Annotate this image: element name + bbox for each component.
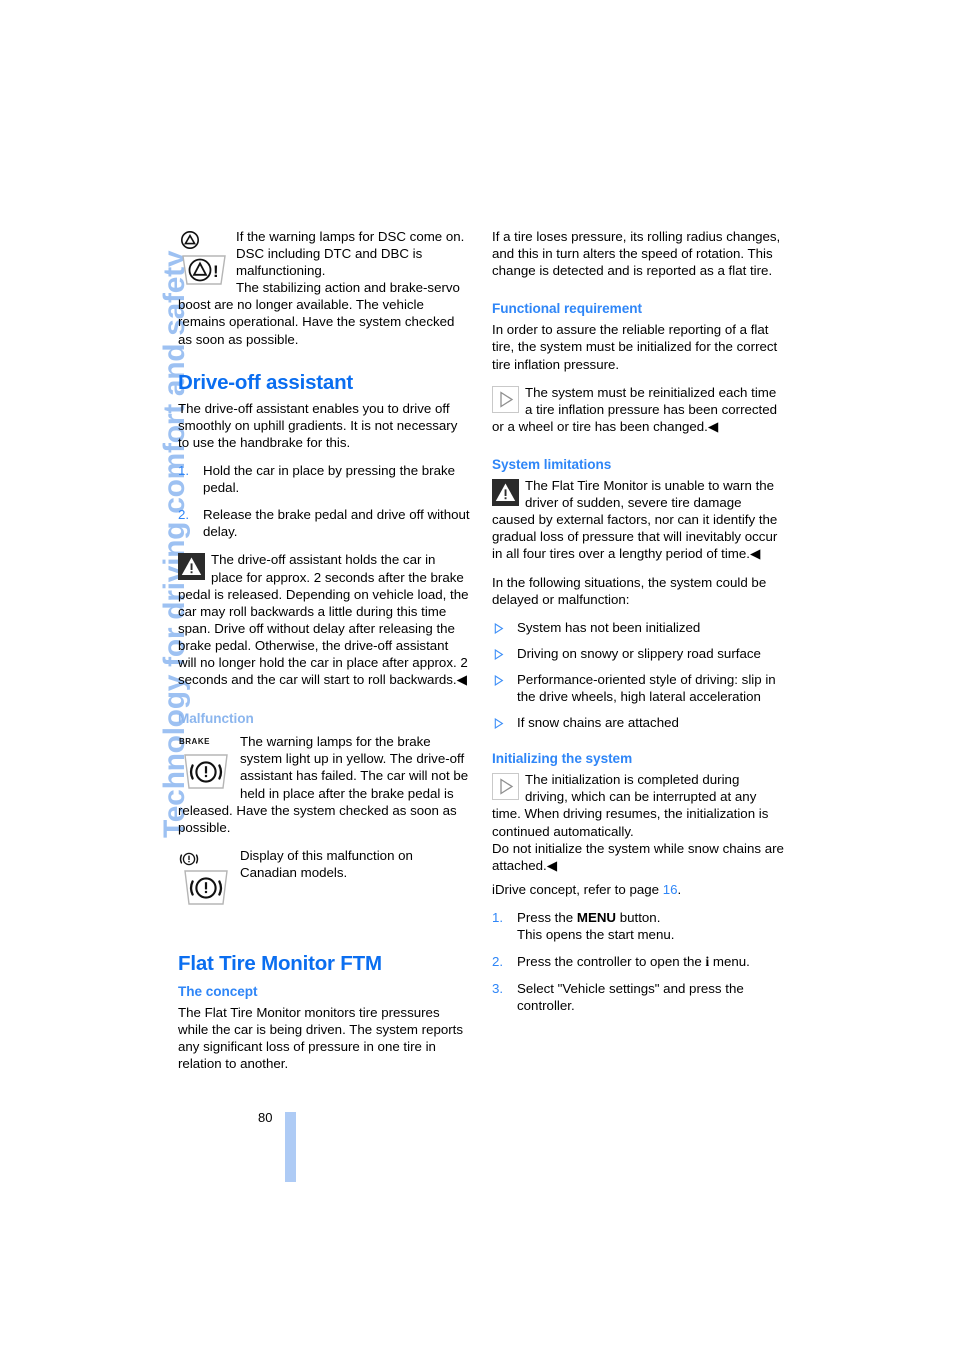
step-text: Release the brake pedal and drive off wi… [203,507,470,540]
step-number: 2. [178,507,190,523]
list-item: 3. Select "Vehicle settings" and press t… [492,980,784,1014]
initializing-note-text: The initialization is completed during d… [492,772,769,839]
situations-list: System has not been initialized Driving … [492,619,784,731]
list-item-text: If snow chains are attached [517,715,679,731]
functional-requirement-note: The system must be reinitialized each ti… [492,384,784,435]
step-number: 1. [178,463,190,479]
left-column: ! If the warning lamps for DSC come on. … [178,228,470,1073]
warning-triangle-icon [492,479,519,507]
list-item: 1. Press the MENU button. This opens the … [492,909,784,943]
idrive-reference-prefix: iDrive concept, refer to page [492,881,663,897]
list-item: 2. Press the controller to open the i me… [492,953,784,970]
step-text-post: menu. [709,954,750,970]
note-pointer-icon [492,773,519,801]
drive-off-warning-note: The drive-off assistant holds the car in… [178,551,470,688]
manual-page: Technology for driving comfort and safet… [0,0,954,1351]
the-concept-heading: The concept [178,984,258,1000]
right-column: If a tire loses pressure, its rolling ra… [492,228,784,1014]
end-mark: ◀ [749,546,761,562]
malfunction-note: BRAKE The warning lamps for the brake sy… [178,733,470,836]
end-mark: ◀ [707,418,719,434]
page-marker-bar [285,1112,296,1182]
list-item-text: System has not been initialized [517,619,701,635]
malfunction-heading: Malfunction [178,711,254,727]
page-number: 80 [258,1110,273,1125]
step-text-post: button. [616,909,661,925]
ftm-intro-text: If a tire loses pressure, its rolling ra… [492,229,781,279]
dsc-warning-note-continued: The stabilizing action and brake-servo b… [178,280,460,347]
step-text-pre: Press the controller to open the [517,954,706,970]
list-item-text: Performance-oriented style of driving: s… [517,671,776,704]
menu-button-label: MENU [576,909,617,925]
note-pointer-icon [492,385,519,413]
system-limitations-heading: System limitations [492,456,612,472]
svg-text:!: ! [213,262,219,281]
end-mark: ◀ [546,857,557,873]
drive-off-assistant-heading: Drive-off assistant [178,370,354,394]
warning-triangle-icon [178,553,205,581]
flat-tire-monitor-heading: Flat Tire Monitor FTM [178,952,382,975]
idrive-reference: iDrive concept, refer to page 16. [492,881,784,898]
initializing-note-snow-chains: Do not initialize the system while snow … [492,840,784,873]
dsc-warning-lamp-icon: ! [178,230,230,286]
system-limitations-warning-body: The Flat Tire Monitor is unable to warn … [492,478,777,561]
step-number: 1. [492,909,504,925]
initializing-the-system-heading: Initializing the system [492,751,633,767]
list-item: 1. Hold the car in place by pressing the… [178,462,470,496]
svg-text:BRAKE: BRAKE [179,737,210,746]
brake-warning-lamp-icon: BRAKE [178,735,234,793]
canadian-malfunction-note: Display of this malfunction on Canadian … [178,847,470,905]
list-item: 2. Release the brake pedal and drive off… [178,506,470,540]
step-number: 2. [492,954,504,970]
list-item: Performance-oriented style of driving: s… [492,671,784,705]
step-text: Hold the car in place by pressing the br… [203,463,456,496]
list-item: Driving on snowy or slippery road surfac… [492,645,784,662]
step-text-pre: Press the [517,909,577,925]
functional-note-text: The system must be reinitialized each ti… [492,384,778,434]
end-mark: ◀ [456,672,467,688]
step-number: 3. [492,981,504,997]
functional-requirement-text: In order to assure the reliable reportin… [492,322,778,372]
initializing-note-text-2: Do not initialize the system while snow … [492,840,784,874]
dsc-warning-note-text: If the warning lamps for DSC come on. DS… [236,229,465,279]
step-text: Select "Vehicle settings" and press the … [517,981,744,1014]
initializing-note: The initialization is completed during d… [492,771,784,839]
chapter-tab: Technology for driving comfort and safet… [0,0,191,960]
brake-warning-lamp-canadian-icon [178,849,234,907]
idrive-reference-suffix: . [677,881,682,897]
initialization-steps: 1. Press the MENU button. This opens the … [492,909,784,1014]
list-item: If snow chains are attached [492,714,784,731]
the-concept-text: The Flat Tire Monitor monitors tire pres… [178,1005,464,1072]
functional-requirement-heading: Functional requirement [492,301,642,317]
step-text-line2: This opens the start menu. [517,927,675,942]
canadian-malfunction-text: Display of this malfunction on Canadian … [240,847,413,880]
drive-off-assistant-intro: The drive-off assistant enables you to d… [178,400,458,450]
dsc-warning-note: ! If the warning lamps for DSC come on. … [178,228,470,285]
idrive-page-link[interactable]: 16 [663,882,678,897]
functional-requirement-note-body: The system must be reinitialized each ti… [492,385,777,434]
drive-off-warning-body: The drive-off assistant holds the car in… [178,552,469,688]
step-text: Press the MENU button. This opens the sta… [517,910,674,942]
system-limitations-warning-text: The Flat Tire Monitor is unable to warn … [492,478,778,562]
system-limitations-warning: The Flat Tire Monitor is unable to warn … [492,477,784,562]
drive-off-steps: 1. Hold the car in place by pressing the… [178,462,470,540]
list-item-text: Driving on snowy or slippery road surfac… [517,645,761,661]
step-text: Press the controller to open the i menu. [517,954,750,969]
drive-off-warning-text: The drive-off assistant holds the car in… [178,552,469,687]
situations-intro: In the following situations, the system … [492,574,767,607]
list-item: System has not been initialized [492,619,784,636]
